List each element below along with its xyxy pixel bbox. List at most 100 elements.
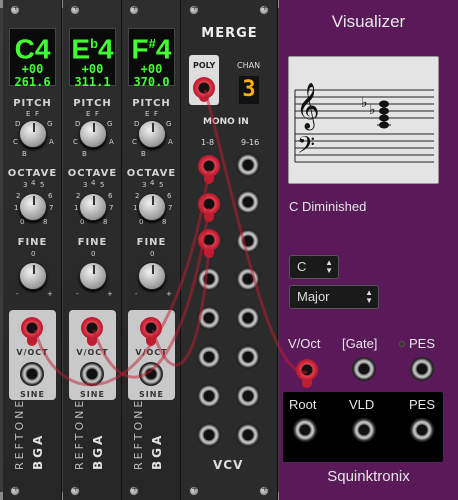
output-panel: V/OCT SINE [9, 310, 56, 400]
octave-knob[interactable] [79, 193, 107, 221]
frequency-readout: 261.6 [14, 75, 51, 90]
mono-in-14-jack[interactable] [236, 345, 260, 369]
note-head [379, 114, 389, 122]
fine-mark: - [16, 290, 19, 298]
root-select[interactable]: C ▲ ▼ [289, 255, 339, 279]
screw [70, 3, 80, 15]
pitch-knob[interactable] [138, 120, 166, 148]
mono-in-1-plug[interactable] [198, 155, 220, 184]
note-head [379, 107, 389, 115]
octave-knob[interactable] [19, 193, 47, 221]
mono-in-15-jack[interactable] [236, 384, 260, 408]
staff-display: 𝄞 𝄢 ♭ ♭ [288, 56, 439, 184]
fine-mark: - [76, 290, 79, 298]
outputs-panel: Root VLD PES [283, 392, 443, 462]
reftone-module-3: F#4 +00 370.0 PITCH E F D G C B A OCTAVE… [122, 0, 181, 500]
mono-in-10-jack[interactable] [236, 190, 260, 214]
fine-knob[interactable] [138, 262, 166, 290]
octave-knob[interactable] [138, 193, 166, 221]
voct-cable-plug[interactable] [81, 317, 103, 346]
root-output-label: Root [289, 397, 317, 412]
octave-mark: 5 [100, 181, 105, 189]
octave-mark: 0 [80, 218, 85, 226]
pitch-knob[interactable] [19, 120, 47, 148]
brand-logo: BGA [91, 432, 105, 470]
pitch-mark: F [95, 110, 100, 118]
mono-in-11-jack[interactable] [236, 229, 260, 253]
octave-mark: 8 [162, 218, 167, 226]
fine-knob[interactable] [19, 262, 47, 290]
octave-mark: 2 [135, 192, 140, 200]
screw [259, 3, 269, 15]
fine-label: FINE [17, 237, 48, 248]
mono-in-2-plug[interactable] [198, 193, 220, 222]
reftone-module-2: Eb4 +00 311.1 PITCH E F D G C B A OCTAVE… [63, 0, 122, 500]
sine-output-jack[interactable] [20, 362, 44, 386]
screw [10, 3, 20, 15]
pitch-knob[interactable] [79, 120, 107, 148]
note-accidental: b [90, 36, 99, 51]
octave-mark: 4 [31, 179, 36, 187]
fine-knob[interactable] [79, 262, 107, 290]
voct-cable-plug[interactable] [21, 317, 43, 346]
pes-input-jack[interactable] [410, 357, 434, 381]
pitch-mark: B [141, 150, 146, 158]
pitch-label: PITCH [73, 98, 112, 109]
voct-cable-plug[interactable] [140, 317, 162, 346]
pitch-mark: C [73, 138, 78, 146]
screw [129, 484, 139, 496]
pitch-mark: G [107, 120, 113, 128]
mono-in-12-jack[interactable] [236, 267, 260, 291]
mono-in-3-plug[interactable] [198, 229, 220, 258]
output-panel: V/OCT SINE [128, 310, 175, 400]
brand-logo: BGA [31, 432, 45, 470]
pes-output-jack[interactable] [410, 418, 434, 442]
sine-output-jack[interactable] [139, 362, 163, 386]
pitch-label: PITCH [132, 98, 171, 109]
octave-mark: 6 [108, 192, 113, 200]
mono-in-7-jack[interactable] [197, 384, 221, 408]
mono-in-13-jack[interactable] [236, 306, 260, 330]
octave-mark: 2 [16, 192, 21, 200]
mono-in-6-jack[interactable] [197, 345, 221, 369]
octave-mark: 2 [76, 192, 81, 200]
octave-mark: 3 [142, 181, 147, 189]
note-octave: 4 [98, 33, 114, 65]
octave-label: OCTAVE [7, 168, 58, 179]
sine-output-jack[interactable] [80, 362, 104, 386]
pitch-mark: A [168, 138, 173, 146]
note-octave: 4 [34, 33, 51, 65]
pitch-mark: E [145, 110, 150, 118]
gate-input-jack[interactable] [352, 357, 376, 381]
octave-label: OCTAVE [67, 168, 118, 179]
mono-in-5-jack[interactable] [197, 306, 221, 330]
mode-select[interactable]: Major ▲ ▼ [289, 285, 379, 309]
octave-mark: 0 [20, 218, 25, 226]
root-output-jack[interactable] [293, 418, 317, 442]
mono-in-8-jack[interactable] [197, 423, 221, 447]
frequency-readout: 311.1 [74, 75, 111, 90]
gate-led [399, 341, 405, 347]
mono-in-4-jack[interactable] [197, 267, 221, 291]
reftone-module-1: C4 +00 261.6 PITCH E F D G C B A OCTAVE … [3, 0, 62, 500]
vld-output-jack[interactable] [352, 418, 376, 442]
pes-input-label: PES [409, 336, 436, 351]
brand-logo: BGA [150, 432, 164, 470]
pitch-mark: A [49, 138, 54, 146]
poly-output-plug[interactable] [193, 77, 215, 105]
note-name: F [131, 33, 149, 65]
voct-input-plug[interactable] [296, 359, 318, 388]
octave-mark: 3 [83, 181, 88, 189]
channel-count-display: 3 [239, 76, 259, 104]
screw [259, 484, 269, 496]
mono-in-9-jack[interactable] [236, 153, 260, 177]
octave-mark: 0 [139, 218, 144, 226]
select-arrows-icon: ▲ ▼ [325, 258, 333, 275]
octave-mark: 3 [23, 181, 28, 189]
flat-sign-icon: ♭ [369, 102, 376, 118]
module-name: REFTONE [73, 397, 86, 470]
note-name: E [71, 33, 91, 65]
octave-label: OCTAVE [126, 168, 177, 179]
mono-in-16-jack[interactable] [236, 423, 260, 447]
pitch-mark: G [166, 120, 172, 128]
